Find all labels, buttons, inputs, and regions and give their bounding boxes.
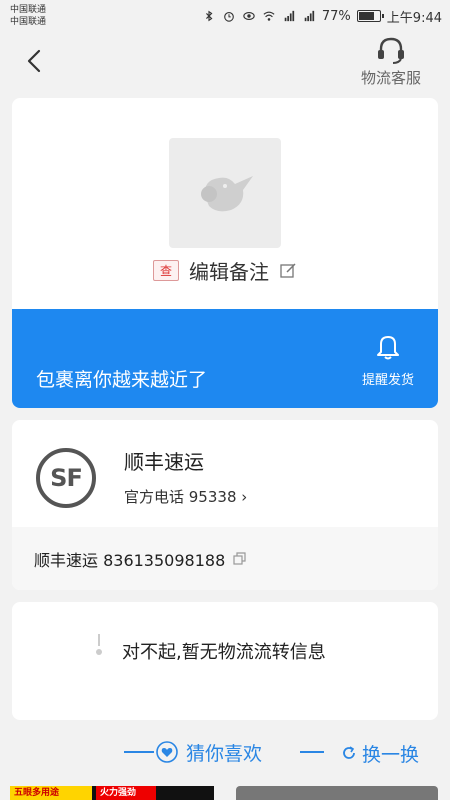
service-label: 物流客服	[360, 69, 421, 87]
product-thumbnail[interactable]	[169, 138, 281, 248]
chevron-right-icon: ›	[241, 488, 248, 506]
header: 物流客服	[0, 32, 450, 94]
carrier-info: 中国联通 中国联通	[10, 4, 46, 28]
product-tag-2: 火力强劲	[96, 786, 156, 800]
eye-icon	[243, 12, 255, 20]
recommend-title: 猜你喜欢	[186, 742, 263, 765]
battery-percent: 77%	[321, 8, 351, 24]
refresh-label: 换一换	[362, 743, 420, 766]
delivery-message: 包裹离你越来越近了	[36, 369, 208, 391]
courier-card: SF 顺丰速运 官方电话 95338 › 顺丰速运 836135098188	[12, 420, 438, 590]
divider-right	[300, 751, 324, 753]
recommend-header: 猜你喜欢 换一换	[0, 736, 450, 772]
product-strip: 五眼多用途 火力强劲	[0, 786, 450, 800]
carrier-1: 中国联通	[10, 5, 47, 15]
remind-shipping-button[interactable]: 提醒发货	[358, 331, 418, 388]
headset-icon	[378, 37, 404, 64]
placeholder-bird-icon	[201, 176, 253, 212]
no-tracking-message: 对不起,暂无物流流转信息	[122, 642, 326, 663]
clock: 上午9:44	[386, 10, 442, 26]
courier-phone-link[interactable]: 官方电话 95338 ›	[124, 486, 247, 507]
tracking-number-row: 顺丰速运 836135098188	[12, 527, 438, 590]
heart-icon	[156, 741, 178, 763]
alarm-icon	[224, 12, 234, 22]
sf-logo: SF	[36, 448, 96, 508]
bell-icon	[377, 336, 399, 360]
package-card: 查 编辑备注 包裹离你越来越近了 提醒发货	[12, 98, 438, 408]
delivery-status-bar: 包裹离你越来越近了 提醒发货	[12, 309, 438, 408]
query-badge: 查	[152, 259, 179, 281]
edit-note-row[interactable]: 查 编辑备注	[12, 252, 438, 288]
product-tag-1: 五眼多用途	[10, 786, 92, 800]
status-bar: 中国联通 中国联通 77% 上午9:44	[0, 0, 450, 32]
refresh-icon	[343, 746, 355, 759]
logistics-service-button[interactable]: 物流客服	[346, 32, 436, 90]
signal-4g-icon	[284, 10, 295, 22]
courier-name: 顺丰速运	[124, 450, 204, 474]
edit-note-label: 编辑备注	[189, 259, 269, 284]
battery-icon	[356, 10, 384, 22]
tracking-number: 顺丰速运 836135098188	[34, 550, 226, 570]
divider-left	[124, 751, 154, 753]
tracking-card: 对不起,暂无物流流转信息	[12, 602, 438, 720]
recommend-title-group: 猜你喜欢	[156, 736, 262, 768]
bluetooth-icon	[205, 10, 213, 22]
product-card-right[interactable]	[236, 786, 438, 800]
back-icon[interactable]	[20, 46, 50, 76]
sf-logo-text: SF	[50, 464, 83, 492]
refresh-button[interactable]: 换一换	[340, 736, 419, 770]
timeline-dots-icon	[96, 634, 102, 655]
signal-3g-icon	[304, 10, 315, 22]
carrier-2: 中国联通	[10, 17, 47, 27]
battery-fill	[358, 12, 374, 20]
product-card-left[interactable]: 五眼多用途 火力强劲	[10, 786, 214, 800]
status-icons: 77% 上午9:44	[202, 7, 442, 26]
edit-icon[interactable]	[279, 261, 297, 279]
courier-phone: 官方电话 95338	[124, 488, 237, 506]
remind-label: 提醒发货	[361, 373, 414, 388]
copy-icon[interactable]	[233, 551, 247, 566]
wifi-icon	[263, 11, 275, 21]
